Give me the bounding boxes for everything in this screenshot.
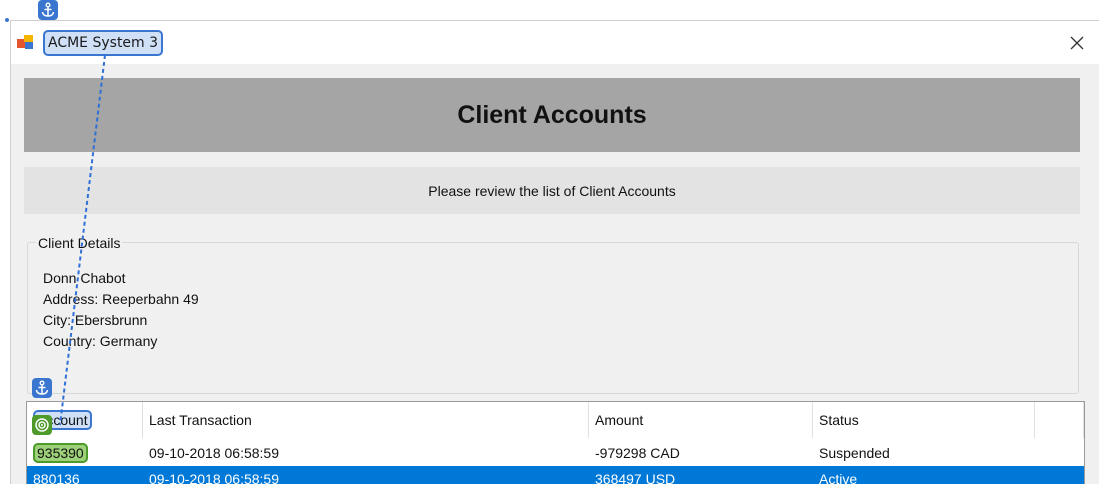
client-details: Donn Chabot Address: Reeperbahn 49 City:… — [43, 268, 199, 352]
table-row[interactable]: 935390 09-10-2018 06:58:59 -979298 CAD S… — [27, 440, 1084, 466]
page-title: Client Accounts — [457, 100, 647, 129]
amount-cell[interactable]: 368497 USD — [589, 466, 813, 484]
app-window: ACME System 3 Client Accounts Please rev… — [10, 20, 1099, 484]
instruction-text: Please review the list of Client Account… — [428, 182, 676, 199]
close-button[interactable] — [1054, 21, 1099, 64]
instruction-banner: Please review the list of Client Account… — [24, 167, 1080, 214]
window-title: ACME System 3 — [43, 30, 164, 56]
client-country: Country: Germany — [43, 333, 158, 349]
column-header-status[interactable]: Status — [813, 402, 1035, 438]
column-header-last-transaction[interactable]: Last Transaction — [143, 402, 589, 438]
grid-header: Account Last Transaction Amount Status — [27, 402, 1084, 438]
last-transaction-cell[interactable]: 09-10-2018 06:58:59 — [143, 440, 589, 466]
status-cell[interactable]: Active — [813, 466, 1035, 484]
app-icon — [17, 35, 33, 49]
column-header-filler — [1035, 402, 1084, 438]
column-header-amount[interactable]: Amount — [589, 402, 813, 438]
close-icon — [1070, 36, 1084, 49]
page-header: Client Accounts — [24, 78, 1080, 152]
status-cell[interactable]: Suspended — [813, 440, 1035, 466]
client-city: City: Ebersbrunn — [43, 312, 148, 328]
client-address: Address: Reeperbahn 49 — [43, 291, 199, 307]
account-cell[interactable]: 935390 — [27, 440, 143, 466]
title-bar[interactable]: ACME System 3 — [11, 21, 1099, 64]
anchor-icon — [32, 378, 52, 398]
amount-cell[interactable]: -979298 CAD — [589, 440, 813, 466]
last-transaction-cell[interactable]: 09-10-2018 06:58:59 — [143, 466, 589, 484]
target-icon — [32, 415, 52, 435]
client-name: Donn Chabot — [43, 270, 126, 286]
client-details-legend: Client Details — [36, 235, 123, 251]
anchor-icon — [38, 0, 58, 20]
accounts-grid[interactable]: Account Last Transaction Amount Status 9… — [26, 401, 1085, 484]
account-cell[interactable]: 880136 — [27, 466, 143, 484]
table-row-selected[interactable]: 880136 09-10-2018 06:58:59 368497 USD Ac… — [27, 466, 1084, 484]
